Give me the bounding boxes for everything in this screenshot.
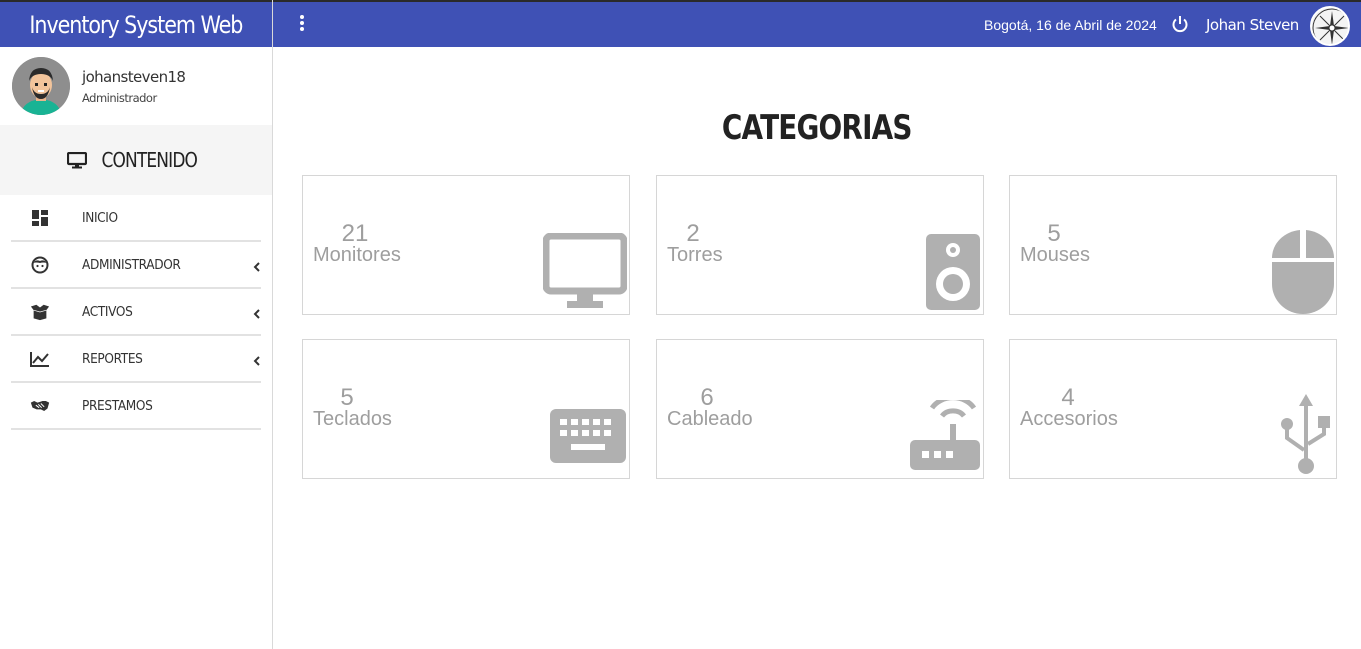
user-info: johansteven18 Administrador: [82, 67, 186, 105]
top-user-name[interactable]: Johan Steven: [1206, 16, 1299, 34]
chevron-left-icon: [253, 259, 261, 275]
monitor-icon: [543, 233, 627, 308]
app-title[interactable]: Inventory System Web: [0, 0, 272, 47]
category-card-cableado[interactable]: 6 Cableado: [656, 339, 984, 479]
sidebar-menu: INICIO ADMINISTRADOR ACTIVOS REPORTES PR…: [0, 195, 272, 430]
app-title-text: Inventory System Web: [29, 10, 243, 39]
chart-line-icon: [30, 349, 50, 369]
category-card-mouses[interactable]: 5 Mouses: [1009, 175, 1337, 315]
mouse-icon: [1272, 230, 1334, 314]
category-name: Monitores: [313, 244, 401, 266]
category-name: Torres: [667, 244, 723, 266]
username: johansteven18: [82, 67, 186, 86]
current-date: Bogotá, 16 de Abril de 2024: [984, 17, 1157, 33]
page-title: CATEGORIAS: [722, 108, 913, 148]
kebab-menu-icon[interactable]: [299, 15, 305, 35]
avatar: [12, 57, 70, 115]
category-card-teclados[interactable]: 5 Teclados: [302, 339, 630, 479]
section-header-contenido: CONTENIDO: [0, 125, 272, 195]
sidebar-item-administrador[interactable]: ADMINISTRADOR: [11, 242, 261, 289]
face-icon: [30, 255, 50, 275]
category-name: Teclados: [313, 408, 392, 430]
sidebar-item-reportes[interactable]: REPORTES: [11, 336, 261, 383]
sidebar-item-activos[interactable]: ACTIVOS: [11, 289, 261, 336]
sidebar-item-label: REPORTES: [82, 350, 143, 367]
user-panel: johansteven18 Administrador: [0, 47, 272, 125]
chevron-left-icon: [253, 306, 261, 322]
category-name: Mouses: [1020, 244, 1091, 266]
company-logo[interactable]: [1310, 6, 1350, 46]
category-card-monitores[interactable]: 21 Monitores: [302, 175, 630, 315]
router-icon: [910, 400, 980, 470]
top-bar: Bogotá, 16 de Abril de 2024 Johan Steven: [273, 0, 1361, 47]
speaker-icon: [926, 234, 980, 310]
chevron-left-icon: [253, 353, 261, 369]
sidebar-item-inicio[interactable]: INICIO: [11, 195, 261, 242]
dashboard-icon: [30, 208, 50, 228]
section-label: CONTENIDO: [101, 148, 197, 172]
monitor-icon: [66, 151, 87, 168]
power-icon[interactable]: [1171, 15, 1189, 33]
box-icon: [30, 302, 50, 322]
sidebar-item-label: ACTIVOS: [82, 303, 133, 320]
sidebar-item-prestamos[interactable]: PRESTAMOS: [11, 383, 261, 430]
sidebar-item-label: INICIO: [82, 209, 118, 226]
category-name: Accesorios: [1020, 408, 1118, 430]
keyboard-icon: [550, 409, 626, 463]
category-name: Cableado: [667, 408, 753, 430]
user-role: Administrador: [82, 90, 157, 105]
category-card-torres[interactable]: 2 Torres: [656, 175, 984, 315]
category-card-accesorios[interactable]: 4 Accesorios: [1009, 339, 1337, 479]
handshake-icon: [30, 396, 50, 416]
usb-icon: [1281, 394, 1330, 474]
sidebar: Inventory System Web johansteven18 Admin…: [0, 0, 273, 649]
sidebar-item-label: ADMINISTRADOR: [82, 256, 181, 273]
sidebar-item-label: PRESTAMOS: [82, 397, 153, 414]
